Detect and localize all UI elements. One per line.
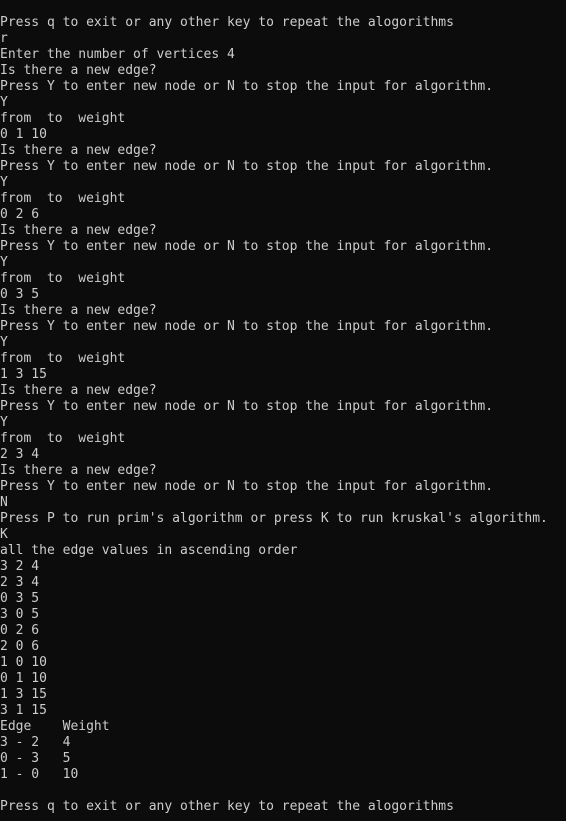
console-line: 1 3 15 bbox=[0, 367, 47, 382]
console-line: Is there a new edge? bbox=[0, 303, 157, 318]
console-line: Press q to exit or any other key to repe… bbox=[0, 799, 454, 814]
console-line: 1 3 15 bbox=[0, 687, 47, 702]
console-line: 0 2 6 bbox=[0, 623, 40, 638]
console-line: Press Y to enter new node or N to stop t… bbox=[0, 319, 494, 334]
console-line: Edge Weight bbox=[0, 719, 110, 734]
console-line: r bbox=[0, 31, 8, 46]
console-line: 3 2 4 bbox=[0, 559, 40, 574]
console-line: 2 3 4 bbox=[0, 447, 40, 462]
console-output[interactable]: Press q to exit or any other key to repe… bbox=[0, 0, 566, 821]
console-line: Y bbox=[0, 95, 8, 110]
console-line: 2 3 4 bbox=[0, 575, 40, 590]
console-line: Is there a new edge? bbox=[0, 383, 157, 398]
console-line: 1 0 10 bbox=[0, 655, 47, 670]
console-line: 1 - 0 10 bbox=[0, 767, 79, 782]
console-line: Press Y to enter new node or N to stop t… bbox=[0, 239, 494, 254]
console-line: from to weight bbox=[0, 111, 126, 126]
console-line: Press Y to enter new node or N to stop t… bbox=[0, 159, 494, 174]
console-line: from to weight bbox=[0, 431, 126, 446]
console-line: Y bbox=[0, 415, 8, 430]
console-line: Press q to exit or any other key to repe… bbox=[0, 15, 454, 30]
console-line: 0 - 3 5 bbox=[0, 751, 71, 766]
console-line: 0 3 5 bbox=[0, 591, 40, 606]
console-line: Is there a new edge? bbox=[0, 143, 157, 158]
console-line: Is there a new edge? bbox=[0, 223, 157, 238]
console-line: Y bbox=[0, 175, 8, 190]
console-line: Press Y to enter new node or N to stop t… bbox=[0, 479, 494, 494]
console-line: from to weight bbox=[0, 351, 126, 366]
console-line: 0 2 6 bbox=[0, 207, 40, 222]
console-line: Press P to run prim's algorithm or press… bbox=[0, 511, 548, 526]
console-line: Is there a new edge? bbox=[0, 63, 157, 78]
console-line: K bbox=[0, 527, 8, 542]
console-line: 3 - 2 4 bbox=[0, 735, 71, 750]
console-line: 0 1 10 bbox=[0, 671, 47, 686]
console-line: Press Y to enter new node or N to stop t… bbox=[0, 79, 494, 94]
console-line: all the edge values in ascending order bbox=[0, 543, 298, 558]
console-line: from to weight bbox=[0, 191, 126, 206]
console-line: Y bbox=[0, 335, 8, 350]
console-line: 2 0 6 bbox=[0, 639, 40, 654]
console-line: from to weight bbox=[0, 271, 126, 286]
console-line: Press Y to enter new node or N to stop t… bbox=[0, 399, 494, 414]
console-line: Enter the number of vertices 4 bbox=[0, 47, 235, 62]
console-line: 0 1 10 bbox=[0, 127, 47, 142]
console-line: Y bbox=[0, 255, 8, 270]
console-line: 3 1 15 bbox=[0, 703, 47, 718]
console-line: N bbox=[0, 495, 8, 510]
console-line: Is there a new edge? bbox=[0, 463, 157, 478]
console-line: 3 0 5 bbox=[0, 607, 40, 622]
console-line: 0 3 5 bbox=[0, 287, 40, 302]
